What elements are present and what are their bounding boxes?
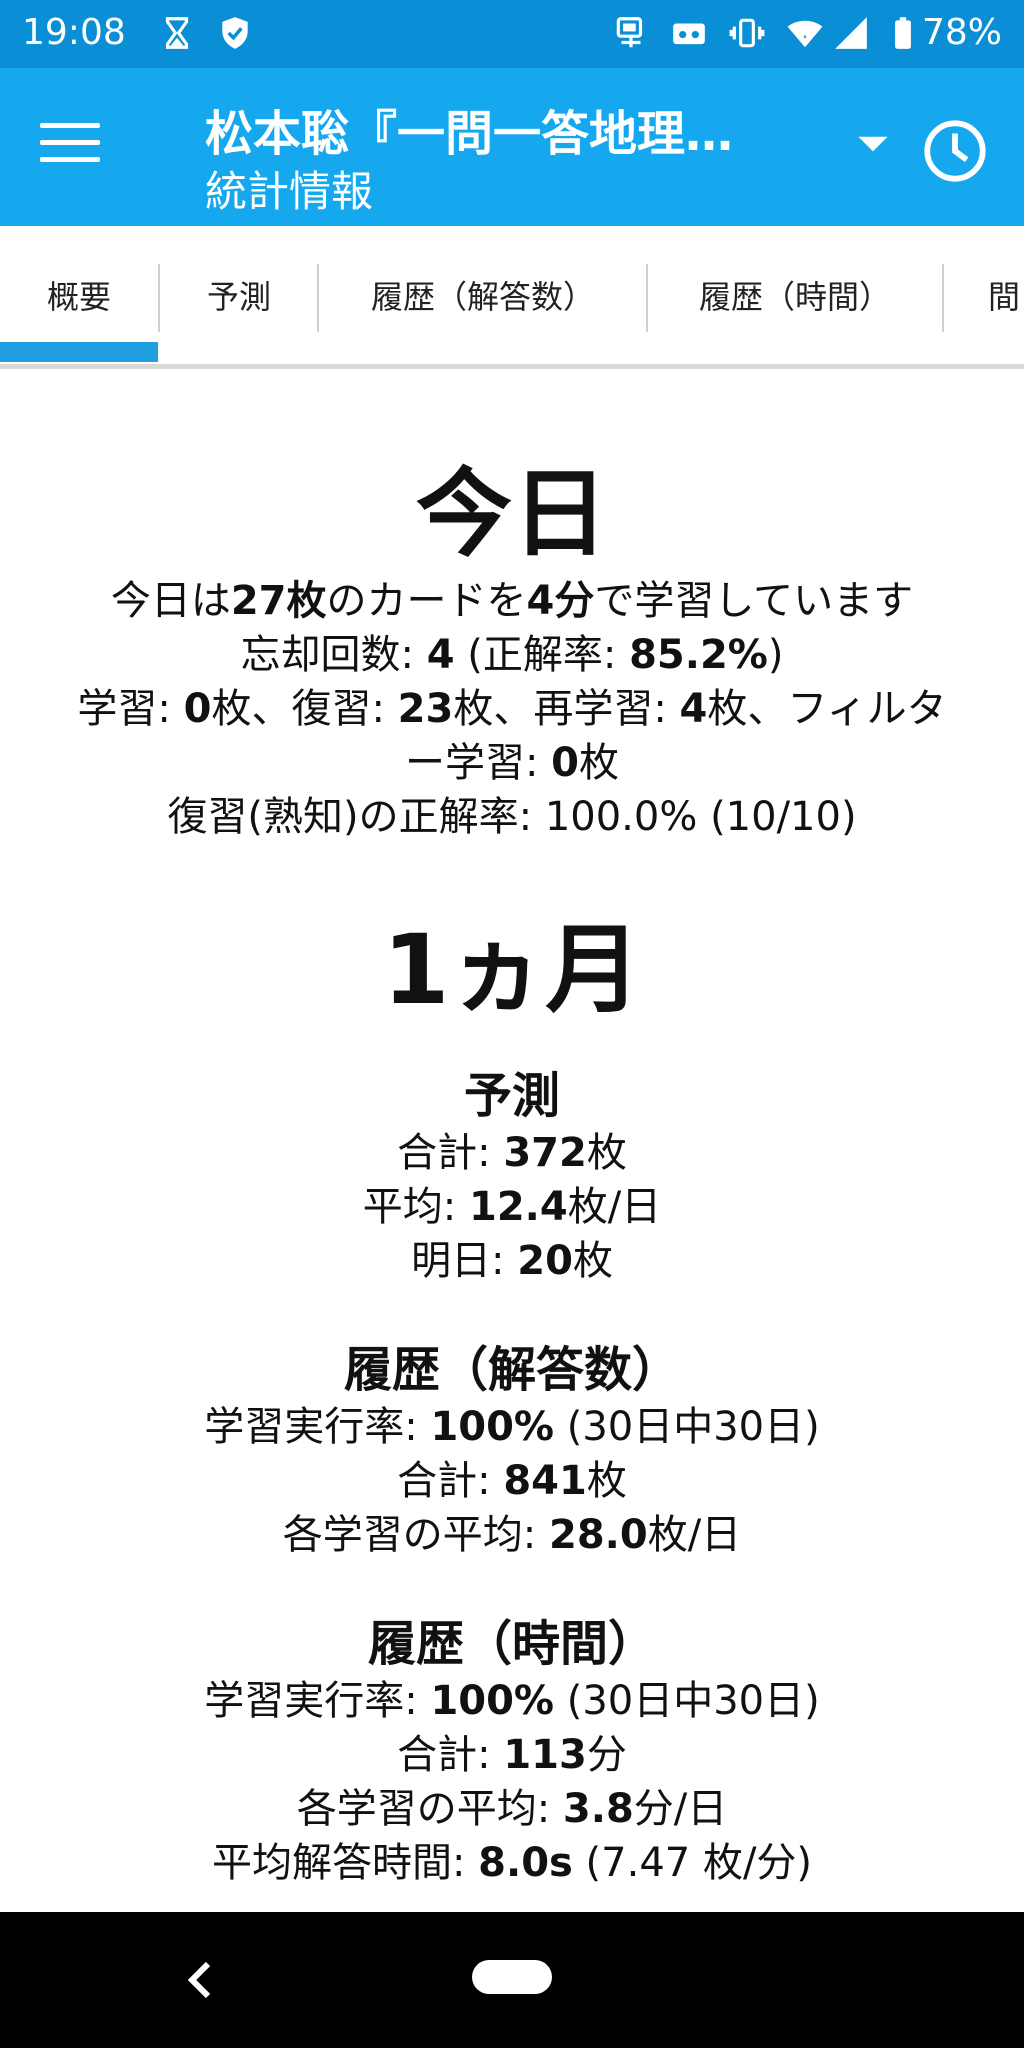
key-card-icon [616,17,643,48]
forecast-average: 平均: 12.4枚/日 [362,1184,662,1230]
today-breakdown: 学習: 0枚、復習: 23枚、再学習: 4枚、フィルタ [77,686,947,732]
tab-partial[interactable]: 間 [944,226,1024,364]
today-mature-rate: 復習(熟知)の正解率: 100.0% (10/10) [167,794,857,840]
stats-content: 今日 今日は27枚のカードを4分で学習しています 忘却回数: 4 (正解率: 8… [0,370,1024,1890]
deck-title[interactable]: 松本聡『一問一答地理… [205,94,825,164]
forecast-total: 合計: 372枚 [397,1130,627,1176]
shield-check-icon [222,17,248,49]
hourglass-icon [165,17,189,49]
dropdown-arrow-icon[interactable] [848,118,898,168]
history-time-rate: 学習実行率: 100% (30日中30日) [204,1678,820,1724]
battery-icon [895,17,911,49]
tab-forecast[interactable]: 予測 [160,226,318,364]
wifi-icon [787,20,823,48]
vibrate-icon [729,18,765,48]
today-lapses: 忘却回数: 4 (正解率: 85.2%) [240,632,784,678]
vr-icon [673,23,705,45]
today-filter: ー学習: 0枚 [404,740,620,786]
history-count-average: 各学習の平均: 28.0枚/日 [282,1512,742,1558]
clock-icon[interactable] [920,116,990,186]
screen-subtitle: 統計情報 [205,167,374,216]
history-time-answer: 平均解答時間: 8.0s (7.47 枚/分) [211,1840,813,1886]
history-time-average: 各学習の平均: 3.8分/日 [296,1786,728,1832]
forecast-tomorrow: 明日: 20枚 [411,1238,613,1284]
app-bar: 松本聡『一問一答地理… 統計情報 [0,68,1024,226]
signal-icon [835,17,867,49]
month-heading: 1ヵ月 [382,914,642,1026]
history-count-rate: 学習実行率: 100% (30日中30日) [204,1404,820,1450]
menu-button[interactable] [40,123,100,171]
history-time-title: 履歴（時間） [367,1616,656,1672]
tab-indicator [0,342,158,362]
history-count-total: 合計: 841枚 [397,1458,627,1504]
tab-history-count[interactable]: 履歴（解答数） [319,226,647,364]
status-time: 19:08 [22,12,126,53]
home-pill-button[interactable] [472,1960,552,1994]
today-heading: 今日 [416,458,608,570]
history-time-total: 合計: 113分 [397,1732,627,1778]
status-bar: 19:08 78% [0,0,1024,68]
battery-percent: 78% [921,12,1002,53]
history-count-title: 履歴（解答数） [343,1342,680,1398]
forecast-title: 予測 [463,1068,560,1124]
tab-history-time[interactable]: 履歴（時間） [648,226,942,364]
back-chevron-icon[interactable] [180,1952,220,2008]
nav-bar [0,1912,1024,2048]
today-summary: 今日は27枚のカードを4分で学習しています [110,578,914,624]
